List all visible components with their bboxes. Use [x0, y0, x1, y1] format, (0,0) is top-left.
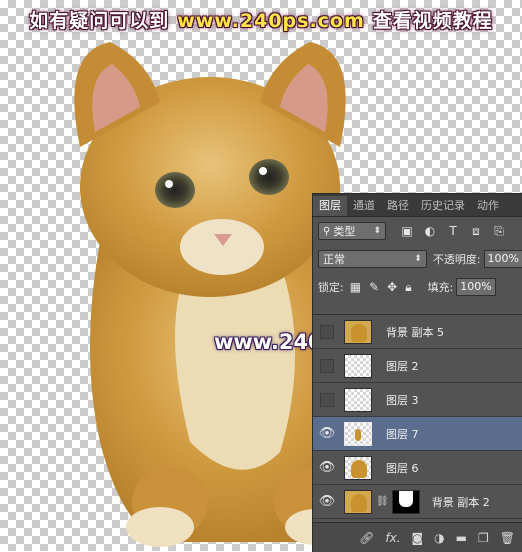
lock-paint-icon[interactable]: ✎ — [369, 280, 379, 295]
layer-thumbnail — [344, 387, 372, 412]
layer-thumbnail — [344, 455, 372, 480]
chevron-updown-icon: ⬍ — [414, 254, 422, 264]
eye-icon[interactable]: 👁︎ — [319, 494, 336, 509]
lock-transparent-icon[interactable]: ▦ — [350, 280, 361, 295]
fill-label: 填充: — [427, 281, 454, 294]
tab-channels[interactable]: 通道 — [347, 196, 381, 216]
blend-mode-value: 正常 — [323, 253, 345, 266]
add-mask-icon[interactable]: ◙ — [412, 531, 424, 545]
layer-name: 图层 7 — [386, 427, 419, 441]
layer-thumbnail — [344, 489, 372, 514]
adjustment-filter-icon[interactable]: ◐ — [423, 224, 437, 239]
link-layers-icon[interactable]: 🔗︎ — [359, 531, 374, 545]
delete-layer-icon[interactable]: 🗑︎ — [500, 531, 515, 545]
lock-row: 锁定: ▦ ✎ ✥ 🔒︎ 填充: 100% — [313, 273, 522, 301]
new-group-icon[interactable]: ▬ — [456, 531, 467, 545]
shape-filter-icon[interactable]: ⧈ — [469, 224, 483, 239]
layer-row[interactable]: 👁︎ ⛓ 背景 副本 2 — [313, 485, 522, 519]
panel-footer: 🔗︎ fx. ◙ ◑ ▬ ❐ 🗑︎ — [313, 522, 522, 552]
image-filter-icon[interactable]: ▣ — [400, 224, 414, 239]
search-icon: ⚲ — [323, 225, 331, 237]
layer-row[interactable]: 👁︎ 图层 6 — [313, 451, 522, 485]
fill-input[interactable]: 100% — [456, 278, 496, 296]
filter-type-label: 类型 — [333, 225, 356, 238]
tab-actions[interactable]: 动作 — [471, 196, 505, 216]
opacity-label: 不透明度: — [432, 253, 481, 266]
eye-icon[interactable]: 👁︎ — [319, 460, 336, 475]
new-layer-icon[interactable]: ❐ — [478, 531, 489, 545]
layer-row[interactable]: 背景 副本 5 — [313, 315, 522, 349]
layer-mask-thumbnail[interactable] — [391, 489, 420, 514]
blend-row: 正常 ⬍ 不透明度: 100% — [313, 245, 522, 273]
layers-panel: 图层 通道 路径 历史记录 动作 ⚲ 类型 ⬍ ▣ ◐ T ⧈ ⎘ 正常 ⬍ 不… — [312, 193, 522, 552]
layers-list: 背景 副本 5 图层 2 图层 3 👁︎ 图层 7 👁︎ 图层 6 👁︎ ⛓ 背… — [313, 314, 522, 519]
lock-all-icon[interactable]: 🔒︎ — [405, 280, 411, 295]
tab-layers[interactable]: 图层 — [313, 196, 347, 216]
type-filter-icon[interactable]: T — [446, 224, 460, 239]
adjustment-layer-icon[interactable]: ◑ — [434, 531, 444, 545]
layer-name: 图层 6 — [386, 461, 419, 475]
layer-row[interactable]: 图层 2 — [313, 349, 522, 383]
layer-row-selected[interactable]: 👁︎ 图层 7 — [313, 417, 522, 451]
layer-row[interactable]: 图层 3 — [313, 383, 522, 417]
tutorial-banner: 如有疑问可以到 www.240ps.com 查看视频教程 — [0, 6, 522, 33]
lock-label: 锁定: — [318, 281, 344, 294]
layer-thumbnail — [344, 353, 372, 378]
layer-name: 图层 2 — [386, 359, 419, 373]
visibility-toggle[interactable] — [320, 358, 334, 373]
chevron-updown-icon: ⬍ — [373, 226, 381, 236]
smart-object-filter-icon[interactable]: ⎘ — [492, 224, 506, 239]
lock-position-icon[interactable]: ✥ — [387, 280, 397, 295]
opacity-input[interactable]: 100% — [483, 250, 522, 268]
tab-history[interactable]: 历史记录 — [415, 196, 471, 216]
layer-thumbnail — [344, 421, 372, 446]
fx-icon[interactable]: fx. — [385, 531, 400, 545]
layer-name: 背景 副本 5 — [386, 325, 444, 339]
visibility-toggle[interactable] — [320, 392, 334, 407]
mask-link-icon[interactable]: ⛓ — [376, 496, 389, 507]
banner-url[interactable]: www.240ps.com — [177, 10, 365, 32]
filter-row: ⚲ 类型 ⬍ ▣ ◐ T ⧈ ⎘ — [313, 217, 522, 245]
panel-tabs: 图层 通道 路径 历史记录 动作 — [313, 194, 522, 217]
blend-mode-dropdown[interactable]: 正常 ⬍ — [318, 250, 427, 268]
layer-name: 图层 3 — [386, 393, 419, 407]
banner-right-text: 查看视频教程 — [372, 10, 493, 32]
layer-name: 背景 副本 2 — [431, 495, 490, 509]
layer-thumbnail — [344, 319, 372, 344]
banner-left-text: 如有疑问可以到 — [29, 10, 170, 32]
visibility-toggle[interactable] — [320, 324, 334, 339]
eye-icon[interactable]: 👁︎ — [319, 426, 336, 441]
tab-paths[interactable]: 路径 — [381, 196, 415, 216]
layer-filter-dropdown[interactable]: ⚲ 类型 ⬍ — [318, 222, 386, 240]
